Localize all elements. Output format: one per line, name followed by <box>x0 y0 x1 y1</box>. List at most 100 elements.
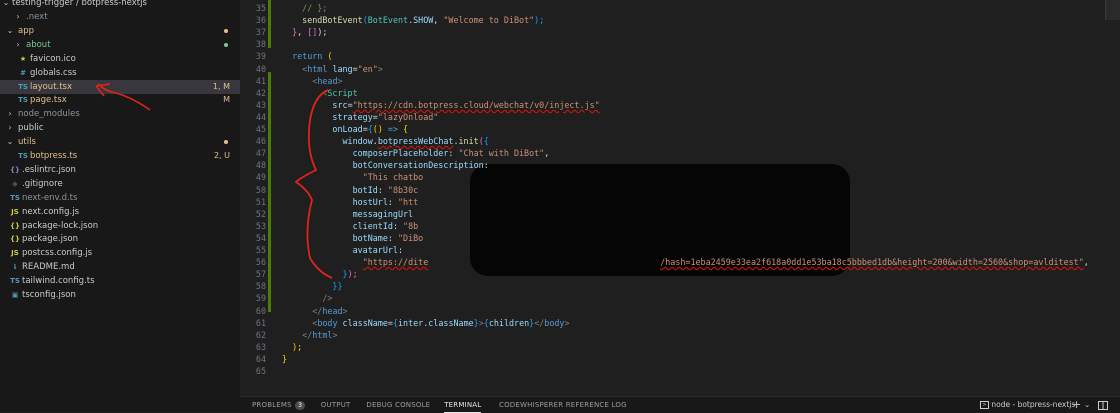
code-token: html <box>307 63 328 74</box>
file-type-icon: JS <box>11 249 19 258</box>
line-number: 37 <box>255 27 266 38</box>
modified-gutter-marker <box>268 72 271 312</box>
panel-tab[interactable]: CODEWHISPERER REFERENCE LOG <box>499 397 627 413</box>
code-line[interactable]: <head> <box>282 75 343 87</box>
file-item[interactable]: TS page.tsx M <box>0 93 240 107</box>
code-token: sendBotEvent <box>302 15 363 26</box>
code-line[interactable]: return ( <box>282 50 332 62</box>
panel-tab[interactable]: DEBUG CONSOLE <box>366 397 430 413</box>
file-item[interactable]: JS next.config.js <box>0 205 240 219</box>
panel-tab[interactable]: PROBLEMS 3 <box>252 397 306 413</box>
file-type-icon: TS <box>10 193 20 202</box>
file-item[interactable]: {} .eslintrc.json <box>0 163 240 177</box>
file-item[interactable]: # globals.css <box>0 66 240 80</box>
code-line[interactable]: composerPlaceholder: "Chat with DiBot", <box>282 147 550 159</box>
code-line[interactable]: botId: "8b30c <box>282 184 419 196</box>
code-token: "https://cdn.botpress.cloud/webchat/v0/i… <box>352 99 600 110</box>
terminal-name: node - botpress-nextjs <box>991 400 1076 409</box>
terminal-selector[interactable]: > node - botpress-nextjs <box>980 397 1075 413</box>
folder-item[interactable]: › .next <box>0 10 240 24</box>
code-line[interactable]: botName: "DiBo <box>282 232 424 244</box>
code-line[interactable]: /> <box>282 292 332 304</box>
panel-tab[interactable]: TERMINAL <box>444 397 482 413</box>
code-line[interactable]: avatarUrl: <box>282 244 403 256</box>
file-item[interactable]: TS botpress.ts 2, U <box>0 149 240 163</box>
line-number: 36 <box>255 15 266 26</box>
code-line[interactable]: "https://dite /hash=1eba2459e33ea2f618a0… <box>282 256 1089 268</box>
code-line[interactable]: "This chatbo <box>282 171 424 183</box>
code-token: /> <box>322 293 333 304</box>
code-token: window <box>342 136 373 147</box>
code-line[interactable]: </head> <box>282 305 347 317</box>
plus-icon: + <box>1072 398 1082 411</box>
code-line[interactable]: hostUrl: "htt <box>282 196 419 208</box>
file-item[interactable]: JS postcss.config.js <box>0 246 240 260</box>
code-token: ); <box>317 27 328 38</box>
code-token: [] <box>307 27 318 38</box>
panel-tab-label: CODEWHISPERER REFERENCE LOG <box>499 401 627 409</box>
code-line[interactable]: onLoad={() => { <box>282 123 408 135</box>
panel-tab-label: DEBUG CONSOLE <box>366 401 431 409</box>
file-item[interactable]: TS layout.tsx 1, M <box>0 79 240 94</box>
line-number: 60 <box>255 305 266 316</box>
code-line[interactable]: </html> <box>282 329 337 341</box>
code-token: , <box>433 15 444 26</box>
code-line[interactable]: // }; <box>282 2 327 14</box>
terminal-dropdown-button[interactable]: ⌄ <box>1084 397 1090 413</box>
file-item[interactable]: ★ favicon.ico <box>0 52 240 66</box>
code-token: > <box>337 75 343 86</box>
code-line[interactable]: <html lang="en"> <box>282 63 383 75</box>
file-item[interactable]: TS next-env.d.ts <box>0 191 240 205</box>
code-token: "https://dite <box>362 257 429 268</box>
file-item[interactable]: {} package-lock.json <box>0 219 240 233</box>
code-line[interactable]: }); <box>282 268 358 280</box>
line-number: 40 <box>255 63 266 74</box>
code-token: head <box>322 305 343 316</box>
file-item[interactable]: ℹ README.md <box>0 260 240 274</box>
code-line[interactable]: <body className={inter.className}>{child… <box>282 317 569 329</box>
panel-tab[interactable]: OUTPUT <box>321 397 351 413</box>
file-type-icon: TS <box>18 96 28 105</box>
tree-item-label: globals.css <box>30 67 77 78</box>
code-line[interactable]: messagingUrl <box>282 208 414 220</box>
code-line[interactable]: ); <box>282 341 302 353</box>
code-line[interactable]: sendBotEvent(BotEvent.SHOW, "Welcome to … <box>282 14 544 26</box>
code-line[interactable]: botConversationDescription: <box>282 159 489 171</box>
folder-item[interactable]: › about <box>0 38 240 52</box>
git-status-dot <box>224 42 228 47</box>
file-item[interactable]: ◆ .gitignore <box>0 177 240 191</box>
folder-item[interactable]: ⌄ app <box>0 24 240 38</box>
code-line[interactable]: src="https://cdn.botpress.cloud/webchat/… <box>282 99 600 111</box>
split-terminal-button[interactable] <box>1098 397 1108 413</box>
code-line[interactable]: } <box>282 353 287 365</box>
line-number: 46 <box>255 136 266 147</box>
folder-item[interactable]: › node_modules <box>0 107 240 121</box>
git-status-badge: 2, U <box>213 151 230 160</box>
code-line[interactable]: }} <box>282 280 342 292</box>
chevron-down-icon: ⌄ <box>6 137 14 147</box>
code-token: "lazyOnload" <box>377 111 439 122</box>
line-number: 54 <box>255 232 266 243</box>
code-line[interactable]: <Script <box>282 87 357 99</box>
line-number: 41 <box>255 75 266 86</box>
file-item[interactable]: {} package.json <box>0 232 240 246</box>
file-item[interactable]: ▣ tsconfig.json <box>0 288 240 302</box>
add-terminal-button[interactable]: + <box>1072 397 1081 413</box>
explorer-root[interactable]: ⌄ testing-trigger / botpress-nextjs <box>0 0 240 10</box>
minimap[interactable] <box>1105 0 1120 20</box>
chevron-down-icon: ⌄ <box>2 0 10 7</box>
code-line[interactable]: window.botpressWebChat.init({ <box>282 135 489 147</box>
code-line[interactable]: }, []); <box>282 26 327 38</box>
code-line[interactable]: strategy="lazyOnload" <box>282 111 438 123</box>
code-editor[interactable]: 35 // }; 36 sendBotEvent(BotEvent.SHOW, "… <box>240 0 1120 396</box>
folder-item[interactable]: ⌄ utils <box>0 135 240 149</box>
file-item[interactable]: TS tailwind.config.ts <box>0 274 240 288</box>
code-token: > <box>377 63 383 74</box>
code-token: ); <box>347 269 358 280</box>
folder-item[interactable]: › public <box>0 121 240 135</box>
code-line[interactable]: clientId: "8b <box>282 220 419 232</box>
code-token: : <box>387 196 398 207</box>
